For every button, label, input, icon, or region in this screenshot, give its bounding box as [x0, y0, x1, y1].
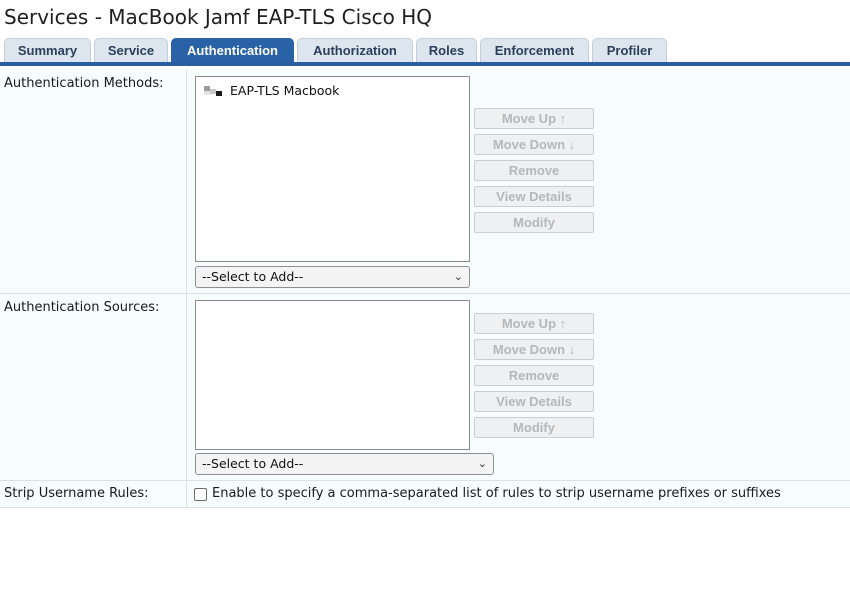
move-up-button[interactable]: Move Up ↑ [474, 108, 594, 129]
list-item[interactable]: EAP-TLS Macbook [202, 82, 339, 98]
auth-sources-select[interactable]: --Select to Add-- ⌄ [195, 453, 494, 475]
modify-button[interactable]: Modify [474, 417, 594, 438]
modify-button[interactable]: Modify [474, 212, 594, 233]
auth-sources-label-cell: Authentication Sources: [0, 294, 187, 480]
strip-username-checkbox[interactable] [194, 488, 207, 501]
move-down-button[interactable]: Move Down ↓ [474, 134, 594, 155]
move-up-button[interactable]: Move Up ↑ [474, 313, 594, 334]
strip-username-checkbox-label[interactable]: Enable to specify a comma-separated list… [212, 486, 781, 501]
auth-methods-select[interactable]: --Select to Add-- ⌄ [195, 266, 470, 288]
page-title: Services - MacBook Jamf EAP-TLS Cisco HQ [4, 5, 432, 29]
strip-username-label: Strip Username Rules: [4, 486, 149, 501]
chevron-down-icon: ⌄ [477, 457, 487, 470]
auth-methods-select-value: --Select to Add-- [202, 269, 304, 284]
auth-methods-label-cell: Authentication Methods: [0, 70, 187, 293]
tab-roles[interactable]: Roles [416, 38, 477, 62]
auth-sources-label: Authentication Sources: [4, 300, 160, 315]
tab-underline [0, 62, 850, 66]
remove-button[interactable]: Remove [474, 160, 594, 181]
auth-sources-list[interactable] [195, 300, 470, 450]
tab-bar: Summary Service Authentication Authoriza… [0, 38, 850, 62]
tab-authorization[interactable]: Authorization [297, 38, 413, 62]
remove-button[interactable]: Remove [474, 365, 594, 386]
view-details-button[interactable]: View Details [474, 391, 594, 412]
auth-sources-row: Authentication Sources: Move Up ↑ Move D… [0, 294, 850, 481]
auth-methods-label: Authentication Methods: [4, 76, 164, 91]
auth-methods-row: Authentication Methods: EAP-TLS Macbook … [0, 70, 850, 294]
method-icon [202, 83, 224, 97]
list-item-label: EAP-TLS Macbook [230, 82, 340, 98]
chevron-down-icon: ⌄ [453, 270, 463, 283]
tab-service[interactable]: Service [94, 38, 168, 62]
tab-enforcement[interactable]: Enforcement [480, 38, 589, 62]
auth-sources-select-value: --Select to Add-- [202, 456, 304, 471]
tab-profiler[interactable]: Profiler [592, 38, 667, 62]
move-down-button[interactable]: Move Down ↓ [474, 339, 594, 360]
view-details-button[interactable]: View Details [474, 186, 594, 207]
auth-methods-list[interactable]: EAP-TLS Macbook [195, 76, 470, 262]
tab-authentication[interactable]: Authentication [171, 38, 294, 62]
tab-summary[interactable]: Summary [4, 38, 91, 62]
strip-username-row: Strip Username Rules: Enable to specify … [0, 481, 850, 508]
strip-username-label-cell: Strip Username Rules: [0, 481, 187, 507]
